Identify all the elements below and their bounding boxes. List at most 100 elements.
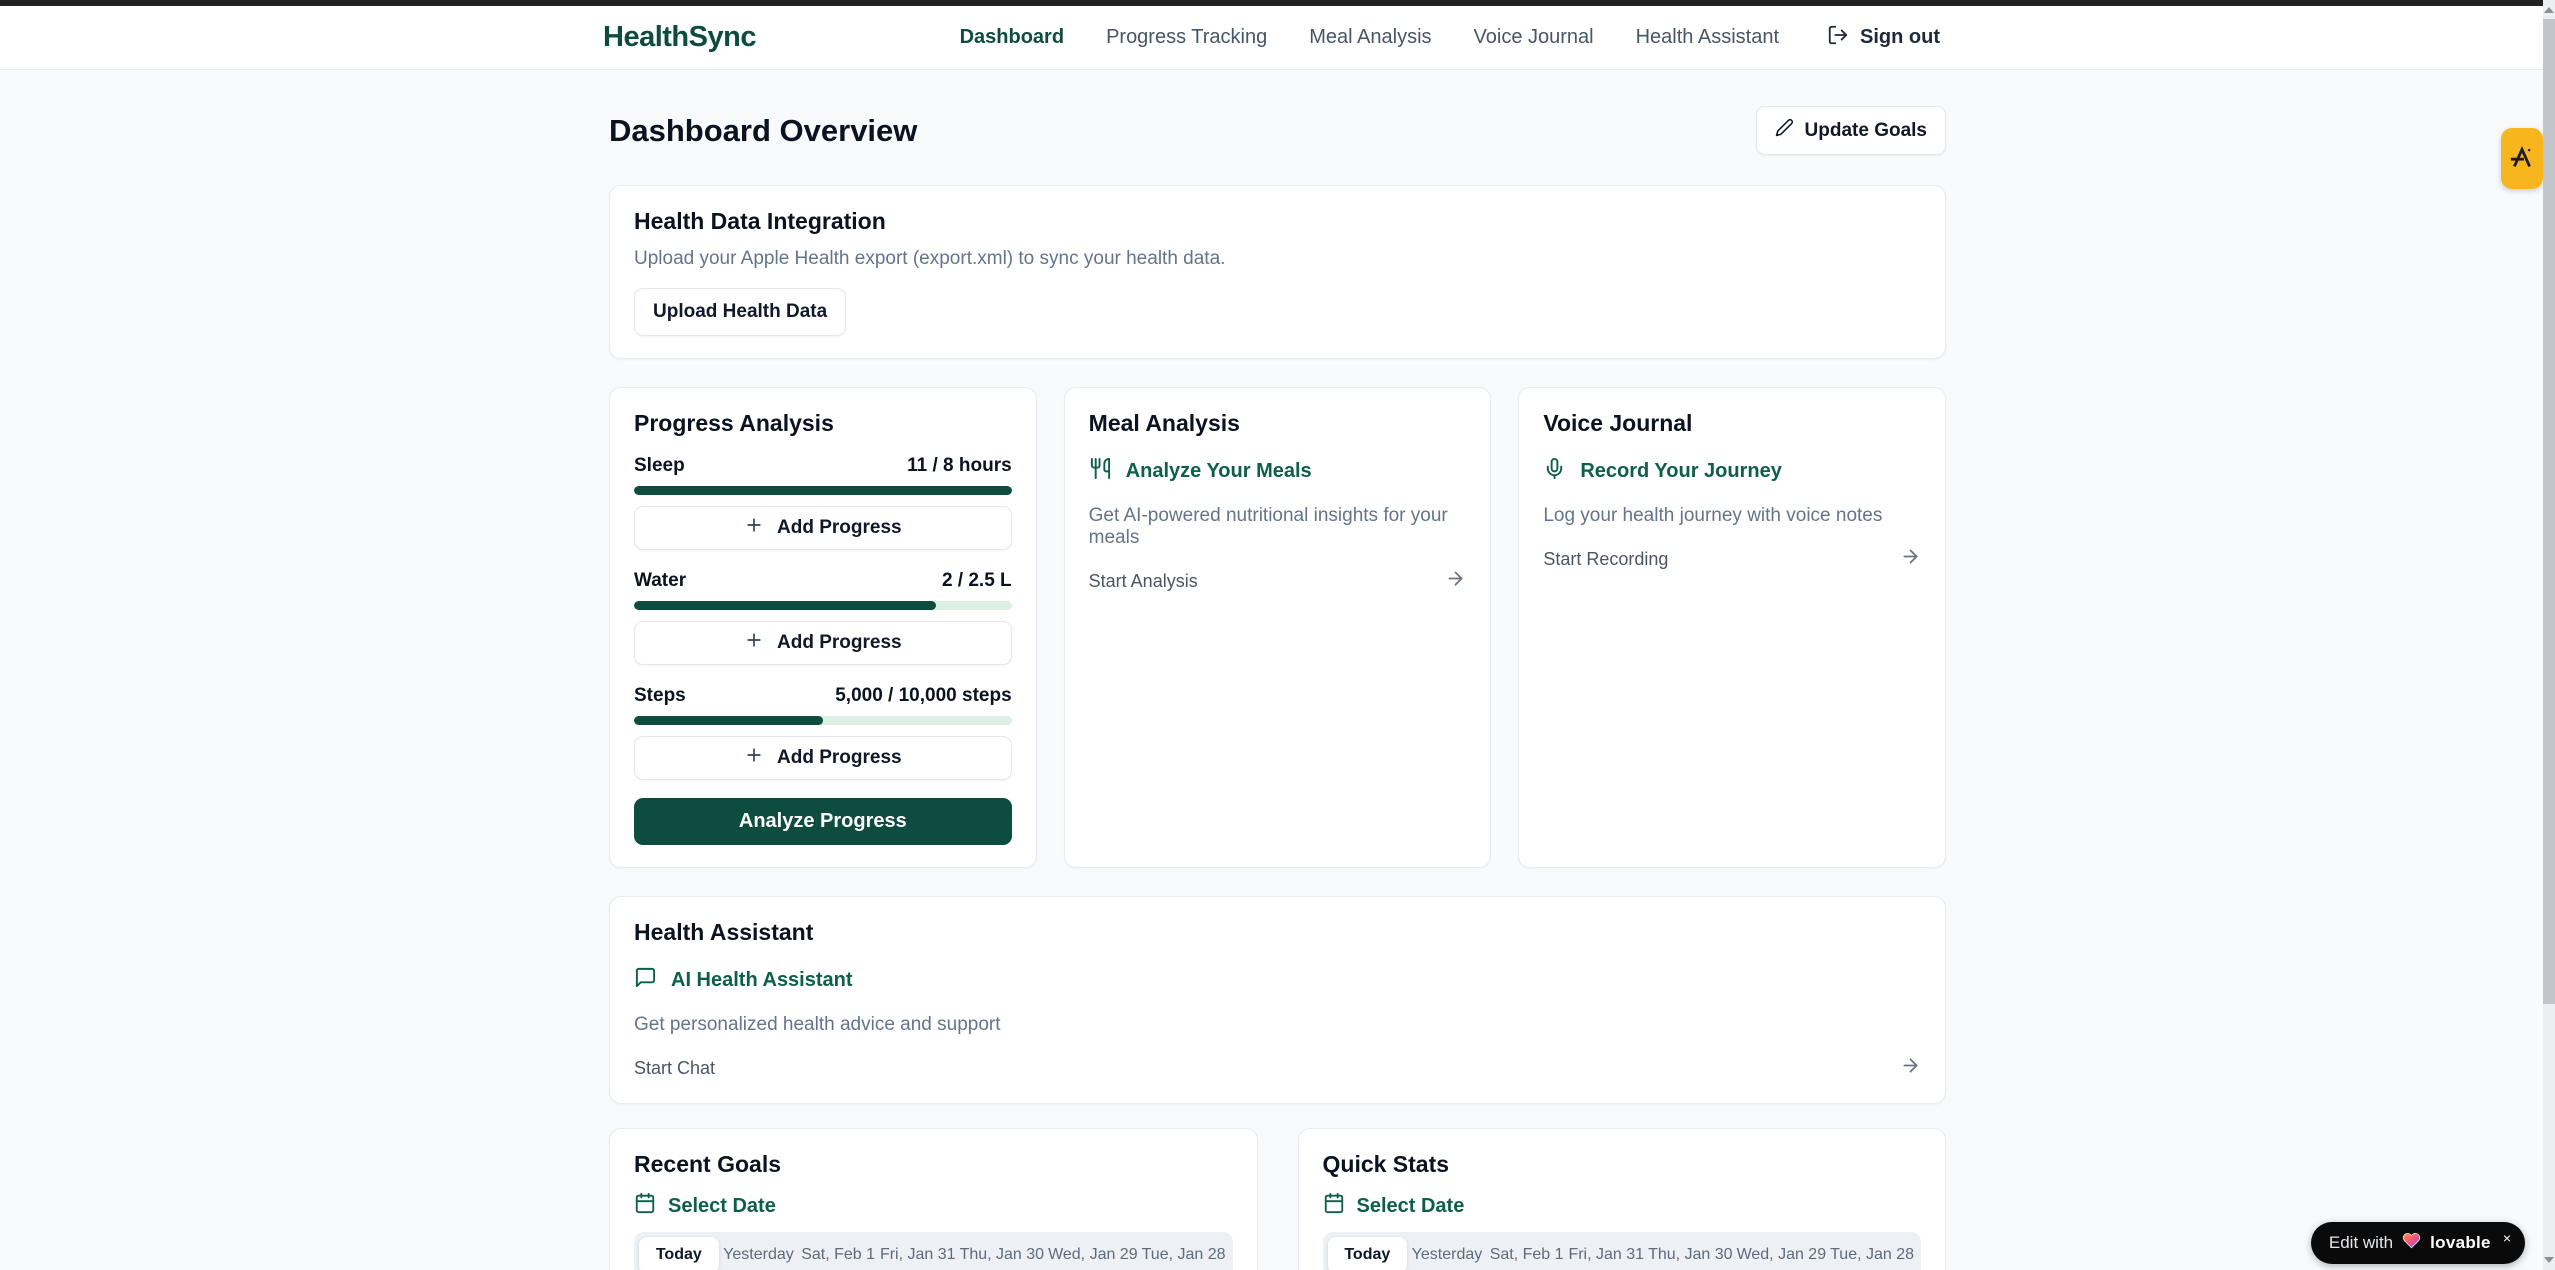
main-nav: Dashboard Progress Tracking Meal Analysi… bbox=[960, 24, 1940, 52]
voice-journal-card: Voice Journal Record Your Journey Log yo… bbox=[1518, 387, 1946, 868]
calendar-icon bbox=[1323, 1192, 1345, 1220]
goals-tab-sat-feb-1[interactable]: Sat, Feb 1 bbox=[798, 1237, 878, 1270]
stats-tab-tue-jan-28[interactable]: Tue, Jan 28 bbox=[1828, 1237, 1916, 1270]
nav-health-assistant[interactable]: Health Assistant bbox=[1636, 26, 1779, 49]
scrollbar-down-arrow-icon[interactable] bbox=[2543, 1253, 2555, 1267]
lovable-brand-label: lovable bbox=[2430, 1233, 2491, 1253]
integration-title: Health Data Integration bbox=[634, 208, 1921, 235]
arrow-right-icon bbox=[1445, 568, 1466, 594]
record-your-journey-label: Record Your Journey bbox=[1580, 460, 1782, 483]
edit-with-lovable-badge[interactable]: Edit with lovable × bbox=[2311, 1222, 2525, 1264]
calendar-icon bbox=[634, 1192, 656, 1220]
stats-tab-today[interactable]: Today bbox=[1328, 1237, 1408, 1270]
nav-dashboard[interactable]: Dashboard bbox=[960, 26, 1064, 49]
progress-analysis-card: Progress Analysis Sleep 11 / 8 hours Add… bbox=[609, 387, 1037, 868]
metric-water-progress-fill bbox=[634, 601, 936, 610]
metric-sleep: Sleep 11 / 8 hours Add Progress bbox=[634, 455, 1012, 550]
page-title: Dashboard Overview bbox=[609, 113, 917, 149]
page-scrollbar[interactable] bbox=[2543, 0, 2555, 1270]
logout-icon bbox=[1827, 24, 1849, 52]
heart-icon bbox=[2402, 1231, 2421, 1255]
metric-sleep-value: 11 / 8 hours bbox=[907, 455, 1012, 477]
meal-card-title: Meal Analysis bbox=[1089, 410, 1467, 437]
metric-water-label: Water bbox=[634, 570, 686, 592]
metric-water-progressbar bbox=[634, 601, 1012, 610]
add-progress-label: Add Progress bbox=[777, 517, 902, 539]
lovable-tagger-button[interactable] bbox=[2501, 128, 2543, 189]
plus-icon bbox=[744, 745, 764, 771]
nav-progress-tracking[interactable]: Progress Tracking bbox=[1106, 26, 1267, 49]
goals-card-title: Recent Goals bbox=[634, 1151, 1233, 1178]
analyze-your-meals-label: Analyze Your Meals bbox=[1126, 460, 1312, 483]
scrollbar-up-arrow-icon[interactable] bbox=[2543, 3, 2555, 17]
metric-water: Water 2 / 2.5 L Add Progress bbox=[634, 570, 1012, 665]
analyze-progress-button[interactable]: Analyze Progress bbox=[634, 798, 1012, 845]
quick-stats-card: Quick Stats Select Date Today Yesterday … bbox=[1298, 1128, 1947, 1270]
stats-tab-sat-feb-1[interactable]: Sat, Feb 1 bbox=[1487, 1237, 1567, 1270]
goals-select-date-button[interactable]: Select Date bbox=[634, 1192, 1233, 1220]
bottom-cards-row: Recent Goals Select Date Today Yesterday… bbox=[609, 1128, 1946, 1270]
app-header: HealthSync Dashboard Progress Tracking M… bbox=[0, 6, 2543, 70]
main-content: Dashboard Overview Update Goals Health D… bbox=[609, 106, 1946, 1270]
upload-health-data-button[interactable]: Upload Health Data bbox=[634, 288, 846, 336]
stats-tab-wed-jan-29[interactable]: Wed, Jan 29 bbox=[1735, 1237, 1829, 1270]
arrow-right-icon bbox=[1900, 1055, 1921, 1081]
goals-tab-wed-jan-29[interactable]: Wed, Jan 29 bbox=[1046, 1237, 1140, 1270]
app-viewport: HealthSync Dashboard Progress Tracking M… bbox=[0, 0, 2555, 1270]
recent-goals-card: Recent Goals Select Date Today Yesterday… bbox=[609, 1128, 1258, 1270]
sign-out-label: Sign out bbox=[1860, 26, 1940, 49]
lovable-tagger-icon bbox=[2509, 144, 2535, 173]
metric-steps-value: 5,000 / 10,000 steps bbox=[835, 685, 1011, 707]
start-chat-label: Start Chat bbox=[634, 1058, 715, 1079]
metric-steps-label: Steps bbox=[634, 685, 686, 707]
stats-select-date-button[interactable]: Select Date bbox=[1323, 1192, 1922, 1220]
add-progress-label: Add Progress bbox=[777, 632, 902, 654]
add-progress-steps-button[interactable]: Add Progress bbox=[634, 736, 1012, 780]
utensils-icon bbox=[1089, 457, 1112, 486]
goals-tab-fri-jan-31[interactable]: Fri, Jan 31 bbox=[878, 1237, 958, 1270]
nav-voice-journal[interactable]: Voice Journal bbox=[1474, 26, 1594, 49]
health-assistant-card: Health Assistant AI Health Assistant Get… bbox=[609, 896, 1946, 1104]
metric-sleep-progressbar bbox=[634, 486, 1012, 495]
chat-bubble-icon bbox=[634, 966, 657, 995]
start-analysis-link[interactable]: Start Analysis bbox=[1089, 568, 1467, 594]
goals-tab-yesterday[interactable]: Yesterday bbox=[719, 1237, 799, 1270]
voice-card-title: Voice Journal bbox=[1543, 410, 1921, 437]
add-progress-sleep-button[interactable]: Add Progress bbox=[634, 506, 1012, 550]
badge-close-icon[interactable]: × bbox=[2503, 1231, 2511, 1245]
app-logo: HealthSync bbox=[603, 21, 756, 54]
pencil-icon bbox=[1775, 118, 1794, 143]
analyze-your-meals-link[interactable]: Analyze Your Meals bbox=[1089, 457, 1467, 486]
microphone-icon bbox=[1543, 457, 1566, 486]
feature-cards-row: Progress Analysis Sleep 11 / 8 hours Add… bbox=[609, 387, 1946, 868]
goals-tab-today[interactable]: Today bbox=[639, 1237, 719, 1270]
update-goals-label: Update Goals bbox=[1805, 120, 1927, 142]
metric-steps-progress-fill bbox=[634, 716, 823, 725]
voice-card-description: Log your health journey with voice notes bbox=[1543, 505, 1921, 527]
goals-select-date-label: Select Date bbox=[668, 1195, 776, 1218]
scrollbar-thumb[interactable] bbox=[2543, 19, 2555, 1004]
stats-select-date-label: Select Date bbox=[1357, 1195, 1465, 1218]
nav-meal-analysis[interactable]: Meal Analysis bbox=[1309, 26, 1431, 49]
plus-icon bbox=[744, 630, 764, 656]
stats-tab-yesterday[interactable]: Yesterday bbox=[1407, 1237, 1487, 1270]
add-progress-water-button[interactable]: Add Progress bbox=[634, 621, 1012, 665]
stats-tab-fri-jan-31[interactable]: Fri, Jan 31 bbox=[1566, 1237, 1646, 1270]
progress-card-title: Progress Analysis bbox=[634, 410, 1012, 437]
goals-tab-tue-jan-28[interactable]: Tue, Jan 28 bbox=[1140, 1237, 1228, 1270]
start-chat-link[interactable]: Start Chat bbox=[634, 1055, 1921, 1081]
start-recording-link[interactable]: Start Recording bbox=[1543, 546, 1921, 572]
stats-tab-thu-jan-30[interactable]: Thu, Jan 30 bbox=[1646, 1237, 1735, 1270]
integration-subtitle: Upload your Apple Health export (export.… bbox=[634, 248, 1921, 270]
sign-out-button[interactable]: Sign out bbox=[1827, 24, 1940, 52]
add-progress-label: Add Progress bbox=[777, 747, 902, 769]
update-goals-button[interactable]: Update Goals bbox=[1756, 106, 1946, 155]
record-your-journey-link[interactable]: Record Your Journey bbox=[1543, 457, 1921, 486]
ai-health-assistant-label: AI Health Assistant bbox=[671, 969, 853, 992]
start-analysis-label: Start Analysis bbox=[1089, 571, 1198, 592]
goals-tab-thu-jan-30[interactable]: Thu, Jan 30 bbox=[958, 1237, 1047, 1270]
ai-health-assistant-link[interactable]: AI Health Assistant bbox=[634, 966, 1921, 995]
start-recording-label: Start Recording bbox=[1543, 549, 1668, 570]
meal-card-description: Get AI-powered nutritional insights for … bbox=[1089, 505, 1467, 549]
goals-date-tabs: Today Yesterday Sat, Feb 1 Fri, Jan 31 T… bbox=[634, 1232, 1233, 1270]
